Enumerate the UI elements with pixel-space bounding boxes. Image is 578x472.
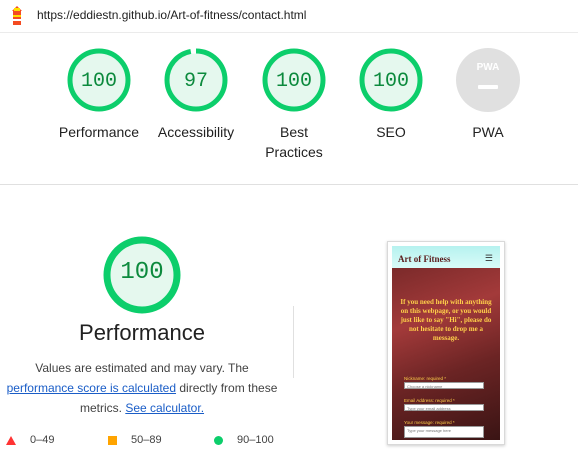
gauge-label: SEO — [376, 124, 406, 140]
calculator-link[interactable]: See calculator. — [125, 401, 204, 415]
legend-average: 50–89 — [108, 434, 162, 446]
desc-text: directly from these — [179, 381, 278, 395]
section-divider — [0, 184, 578, 185]
legend-pass: 90–100 — [214, 434, 274, 446]
thumbnail-label: Your message: required * — [404, 420, 455, 425]
score-summary: 100 Performance 97 Accessibility 100 Bes… — [0, 48, 578, 178]
orange-square-icon — [108, 435, 117, 445]
hamburger-icon: ☰ — [484, 253, 493, 263]
gauge-label: PWA — [472, 124, 504, 140]
gauge-accessibility[interactable]: 97 Accessibility — [148, 48, 244, 142]
gauge-score: 100 — [80, 70, 117, 93]
gauge-performance[interactable]: 100 Performance — [51, 48, 147, 142]
score-calculation-link[interactable]: performance score is calculated — [7, 381, 176, 395]
header-divider — [0, 32, 578, 33]
legend-fail: 0–49 — [6, 434, 54, 446]
thumbnail-page: Art of Fitness ☰ If you need help with a… — [392, 246, 500, 440]
pwa-badge-text: PWA — [476, 62, 500, 73]
green-circle-icon — [214, 435, 223, 445]
gauge-best-practices[interactable]: 100 Best Practices — [246, 48, 342, 162]
thumbnail-textarea: Type your message here — [404, 426, 484, 438]
gauge-label: Best Practices — [265, 124, 323, 160]
thumbnail-label: Email Address: required * — [404, 398, 455, 403]
lighthouse-icon — [12, 6, 22, 25]
thumbnail-brand: Art of Fitness — [398, 254, 451, 264]
performance-score-large: 100 — [120, 259, 164, 286]
thumbnail-hero: If you need help with anything on this w… — [392, 268, 500, 440]
score-scale-legend: 0–49 50–89 90–100 — [0, 434, 300, 454]
gauge-pwa[interactable]: PWA PWA — [440, 48, 536, 142]
thumbnail-message: If you need help with anything on this w… — [400, 298, 492, 342]
gauge-score: 100 — [372, 70, 409, 93]
legend-range: 90–100 — [237, 434, 274, 446]
vertical-divider — [293, 306, 294, 378]
gauge-score: 100 — [275, 70, 312, 93]
desc-text: Values are estimated and may vary. The — [35, 361, 249, 375]
pwa-badge-icon — [456, 48, 520, 112]
thumbnail-input: Type your email address — [404, 404, 484, 411]
gauge-seo[interactable]: 100 SEO — [343, 48, 439, 142]
category-title: Performance — [79, 320, 205, 345]
address-bar: https://eddiestn.github.io/Art-of-fitnes… — [0, 0, 578, 32]
gauge-label: Performance — [58, 124, 140, 140]
legend-range: 50–89 — [131, 434, 162, 446]
thumbnail-header: Art of Fitness ☰ — [392, 246, 500, 268]
thumbnail-input: Choose a nickname — [404, 382, 484, 389]
thumbnail-label: Nickname: required * — [404, 376, 447, 381]
gauge-label: Accessibility — [157, 124, 235, 140]
desc-text: metrics. — [79, 401, 122, 415]
category-description: Values are estimated and may vary. The p… — [0, 358, 284, 418]
legend-range: 0–49 — [30, 434, 55, 446]
red-triangle-icon — [6, 435, 16, 445]
final-screenshot-thumbnail[interactable]: Art of Fitness ☰ If you need help with a… — [387, 241, 505, 445]
page-url[interactable]: https://eddiestn.github.io/Art-of-fitnes… — [37, 8, 306, 22]
gauge-score: 97 — [183, 70, 208, 93]
